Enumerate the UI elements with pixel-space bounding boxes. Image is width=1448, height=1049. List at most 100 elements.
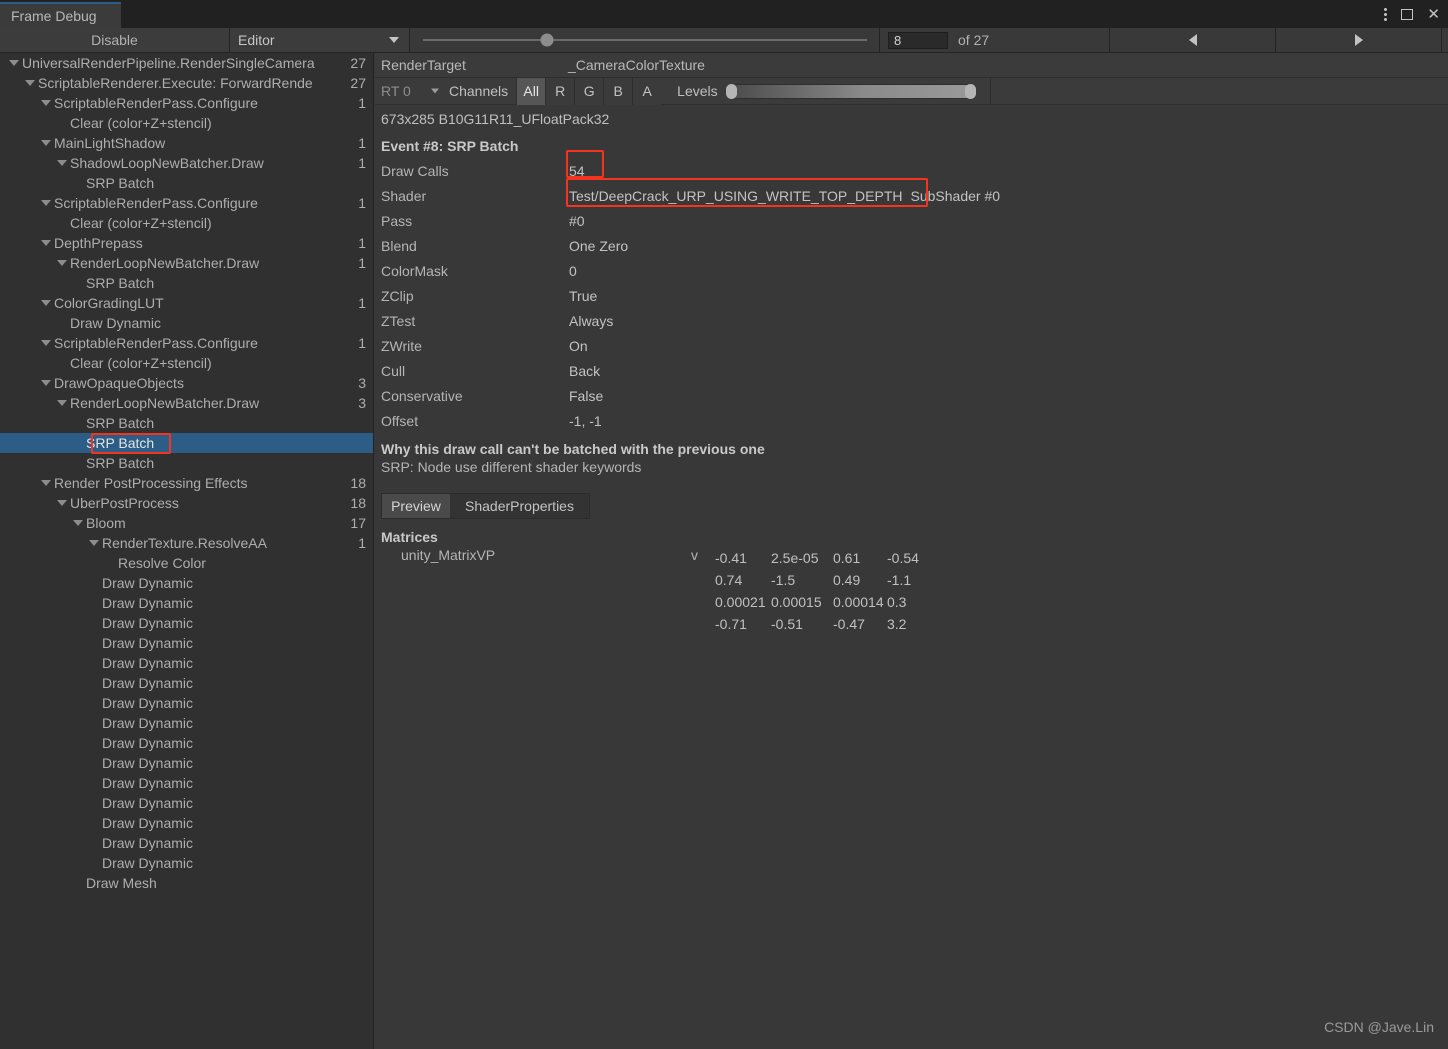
tree-row[interactable]: RenderTexture.ResolveAA 1 [0, 533, 373, 553]
tree-expand-arrow-icon[interactable] [25, 80, 35, 86]
tree-row[interactable]: SRP Batch [0, 173, 373, 193]
levels-slider[interactable] [725, 83, 976, 99]
tab-preview-label: Preview [391, 498, 441, 514]
channel-buttons: All R G B A [516, 77, 662, 105]
event-index-input[interactable]: 8 [888, 31, 948, 49]
property-value: #0 [569, 212, 585, 229]
tree-expand-arrow-icon[interactable] [41, 380, 51, 386]
tree-expand-arrow-icon[interactable] [73, 520, 83, 526]
tab-shader-properties[interactable]: ShaderProperties [450, 494, 589, 518]
tree-row[interactable]: Draw Dynamic [0, 833, 373, 853]
tree-row[interactable]: Clear (color+Z+stencil) [0, 213, 373, 233]
batch-reason-title: Why this draw call can't be batched with… [381, 441, 765, 457]
tree-row[interactable]: SRP Batch [0, 453, 373, 473]
tree-row-label: Draw Dynamic [102, 815, 194, 831]
tree-row[interactable]: Draw Dynamic [0, 733, 373, 753]
tree-expand-arrow-icon[interactable] [41, 240, 51, 246]
tree-row[interactable]: DrawOpaqueObjects 3 [0, 373, 373, 393]
channel-button-r[interactable]: R [545, 77, 575, 105]
event-slider-knob[interactable] [540, 33, 554, 47]
tree-row[interactable]: Draw Dynamic [0, 793, 373, 813]
event-tree[interactable]: UniversalRenderPipeline.RenderSingleCame… [0, 53, 374, 1049]
tree-row[interactable]: UniversalRenderPipeline.RenderSingleCame… [0, 53, 373, 73]
tree-expand-arrow-icon[interactable] [57, 400, 67, 406]
tree-row[interactable]: Draw Dynamic [0, 813, 373, 833]
rt-select-dropdown[interactable]: RT 0 [375, 78, 447, 105]
tree-expand-arrow-icon[interactable] [41, 140, 51, 146]
tree-expand-arrow-icon[interactable] [9, 60, 19, 66]
tree-row[interactable]: Draw Dynamic [0, 593, 373, 613]
tree-row[interactable]: Draw Dynamic [0, 753, 373, 773]
tree-row[interactable]: Draw Dynamic [0, 653, 373, 673]
channel-button-label: B [613, 83, 623, 99]
tab-preview[interactable]: Preview [382, 494, 450, 518]
tree-row[interactable]: ColorGradingLUT 1 [0, 293, 373, 313]
tree-row[interactable]: Draw Dynamic [0, 693, 373, 713]
event-slider[interactable] [410, 28, 880, 52]
tree-row[interactable]: SRP Batch [0, 413, 373, 433]
tree-row[interactable]: ScriptableRenderPass.Configure 1 [0, 333, 373, 353]
tree-row[interactable]: ShadowLoopNewBatcher.Draw 1 [0, 153, 373, 173]
target-dropdown[interactable]: Editor [230, 28, 410, 52]
tree-row[interactable]: ScriptableRenderPass.Configure 1 [0, 93, 373, 113]
kebab-menu-icon[interactable] [1384, 7, 1388, 21]
disable-button[interactable]: Disable [0, 28, 230, 52]
channel-button-g[interactable]: G [574, 77, 604, 105]
levels-handle-max[interactable] [964, 83, 976, 99]
tree-expand-arrow-icon[interactable] [57, 160, 67, 166]
tree-row[interactable]: Render PostProcessing Effects 18 [0, 473, 373, 493]
tree-row-count: 1 [358, 295, 366, 311]
tree-expand-arrow-icon[interactable] [41, 100, 51, 106]
tree-expand-arrow-icon[interactable] [57, 500, 67, 506]
close-icon[interactable]: ✕ [1427, 7, 1440, 22]
matrix-cell: 3.2 [887, 616, 907, 632]
tree-row[interactable]: ScriptableRenderer.Execute: ForwardRende… [0, 73, 373, 93]
tree-row[interactable]: Resolve Color [0, 553, 373, 573]
render-target-label: RenderTarget [381, 57, 466, 73]
tree-expand-arrow-icon[interactable] [57, 260, 67, 266]
tree-row[interactable]: Draw Dynamic [0, 573, 373, 593]
prev-event-button[interactable] [1110, 28, 1276, 52]
tree-row[interactable]: Draw Dynamic [0, 613, 373, 633]
tree-row[interactable]: DepthPrepass 1 [0, 233, 373, 253]
channel-button-all[interactable]: All [516, 77, 546, 105]
maximize-icon[interactable] [1401, 8, 1414, 20]
tree-expand-arrow-icon[interactable] [41, 480, 51, 486]
disable-button-label: Disable [91, 32, 138, 48]
tree-row[interactable]: ScriptableRenderPass.Configure 1 [0, 193, 373, 213]
tree-row[interactable]: RenderLoopNewBatcher.Draw 3 [0, 393, 373, 413]
tree-row-label: ScriptableRenderPass.Configure [54, 335, 258, 351]
tree-row[interactable]: Draw Dynamic [0, 713, 373, 733]
property-key: Shader [381, 187, 427, 204]
tree-row-label: Draw Dynamic [102, 635, 194, 651]
channel-button-a[interactable]: A [632, 77, 662, 105]
tree-expand-arrow-icon[interactable] [41, 300, 51, 306]
tree-row-count: 1 [358, 95, 366, 111]
tree-row[interactable]: Bloom 17 [0, 513, 373, 533]
tree-row[interactable]: SRP Batch [0, 273, 373, 293]
tree-row[interactable]: RenderLoopNewBatcher.Draw 1 [0, 253, 373, 273]
matrix-cell: -0.47 [833, 616, 865, 632]
tree-row[interactable]: Clear (color+Z+stencil) [0, 113, 373, 133]
tree-row[interactable]: Draw Mesh [0, 873, 373, 893]
tree-row-label: Render PostProcessing Effects [54, 475, 248, 491]
tree-expand-arrow-icon[interactable] [41, 200, 51, 206]
tree-row[interactable]: Draw Dynamic [0, 853, 373, 873]
detail-tabs: Preview ShaderProperties [381, 493, 590, 519]
tree-expand-arrow-icon[interactable] [89, 540, 99, 546]
levels-handle-min[interactable] [725, 83, 737, 99]
tree-row[interactable]: UberPostProcess 18 [0, 493, 373, 513]
next-event-button[interactable] [1276, 28, 1442, 52]
tree-row[interactable]: Draw Dynamic [0, 633, 373, 653]
frame-debugger-window: Frame Debug ✕ Disable Editor 8 of 27 Uni… [0, 0, 1448, 1049]
tree-row[interactable]: Draw Dynamic [0, 773, 373, 793]
channel-button-b[interactable]: B [603, 77, 633, 105]
tree-row[interactable]: Draw Dynamic [0, 313, 373, 333]
tree-row[interactable]: Draw Dynamic [0, 673, 373, 693]
property-value: 54 [569, 162, 585, 179]
tree-expand-arrow-icon[interactable] [41, 340, 51, 346]
tab-frame-debug[interactable]: Frame Debug [0, 2, 121, 28]
tree-row[interactable]: SRP Batch [0, 433, 373, 453]
tree-row[interactable]: Clear (color+Z+stencil) [0, 353, 373, 373]
tree-row[interactable]: MainLightShadow 1 [0, 133, 373, 153]
